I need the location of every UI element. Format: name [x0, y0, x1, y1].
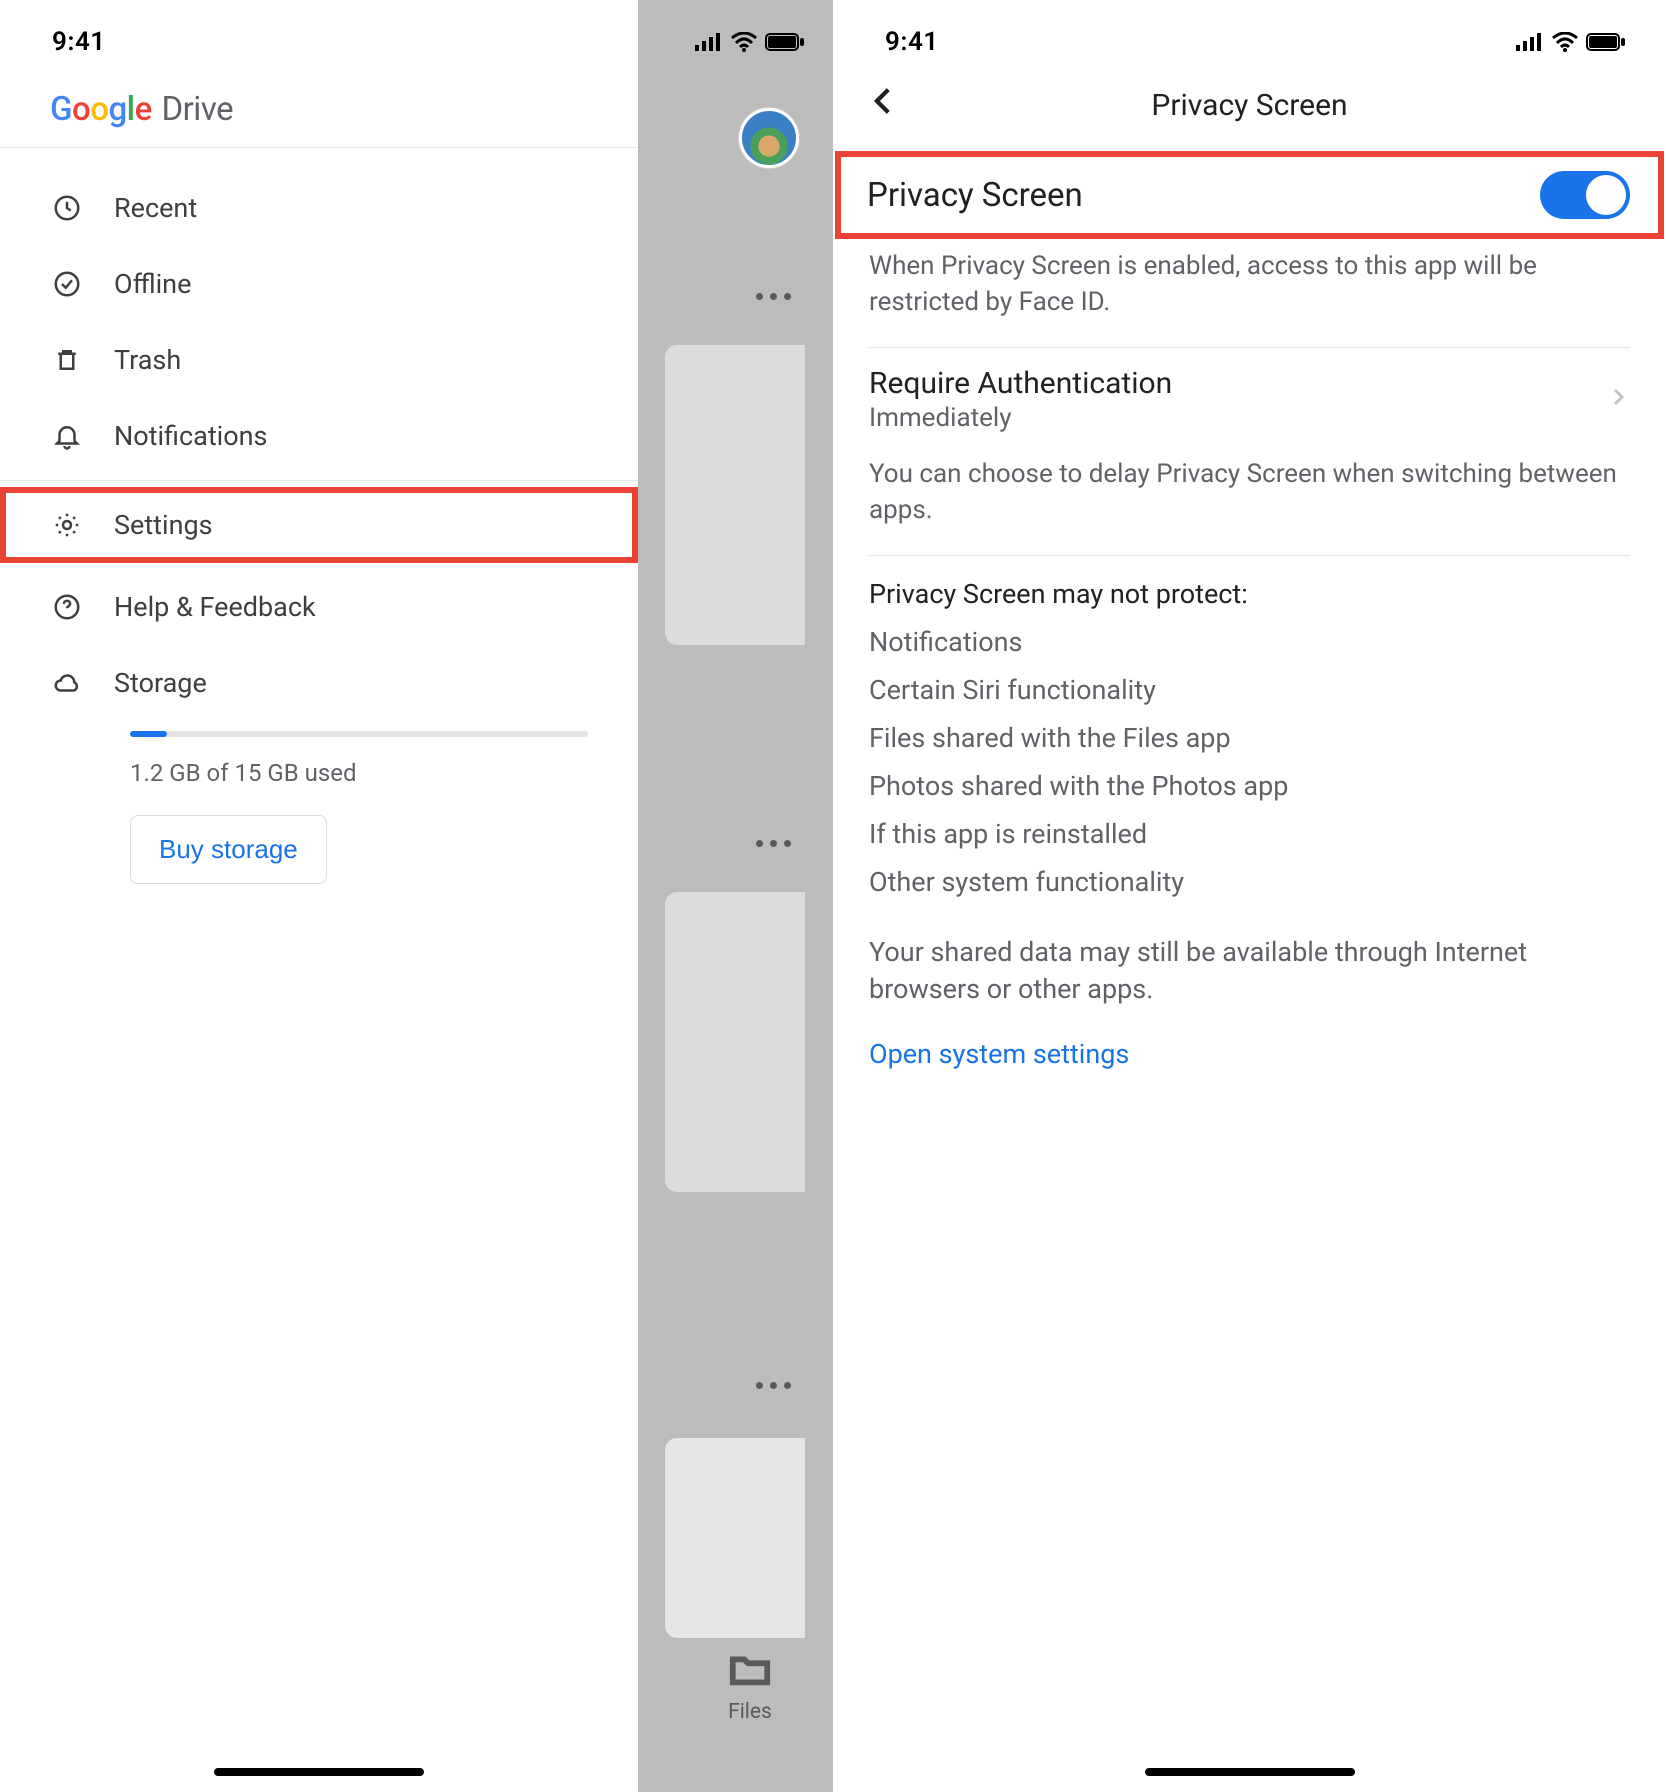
- page-header: Privacy Screen: [833, 70, 1666, 151]
- menu-help[interactable]: Help & Feedback: [0, 569, 638, 645]
- require-auth-row[interactable]: Require Authentication Immediately: [833, 348, 1666, 447]
- buy-storage-button[interactable]: Buy storage: [130, 815, 327, 884]
- auth-description: You can choose to delay Privacy Screen w…: [833, 447, 1666, 555]
- file-card[interactable]: [665, 345, 805, 645]
- list-item: Files shared with the Files app: [869, 714, 1630, 762]
- storage-bar-fill: [130, 731, 167, 737]
- divider: [0, 480, 638, 481]
- menu-storage[interactable]: Storage: [0, 645, 638, 721]
- home-indicator: [1145, 1768, 1355, 1776]
- privacy-screen-toggle-row[interactable]: Privacy Screen: [835, 151, 1664, 239]
- file-card[interactable]: [665, 892, 805, 1192]
- menu-notifications[interactable]: Notifications: [0, 398, 638, 474]
- trash-icon: [52, 345, 82, 375]
- list-item: Notifications: [869, 618, 1630, 666]
- status-bar: 9:41: [833, 0, 1666, 70]
- not-protect-label: Privacy Screen may not protect:: [833, 556, 1666, 618]
- files-tab[interactable]: Files: [727, 1646, 773, 1724]
- menu-list: Recent Offline Trash Notifications Setti…: [0, 148, 638, 884]
- toggle-label: Privacy Screen: [867, 176, 1083, 215]
- auth-value: Immediately: [869, 403, 1172, 433]
- clock-icon: [52, 193, 82, 223]
- more-icon[interactable]: [753, 840, 793, 847]
- chevron-right-icon: [1606, 385, 1630, 413]
- drawer-header: Google Drive: [0, 70, 638, 148]
- menu-recent[interactable]: Recent: [0, 170, 638, 246]
- menu-settings[interactable]: Settings: [0, 487, 638, 563]
- privacy-screen-toggle[interactable]: [1540, 171, 1630, 219]
- menu-label: Settings: [114, 509, 213, 541]
- files-tab-label: Files: [727, 1700, 773, 1724]
- avatar[interactable]: [739, 108, 799, 168]
- more-icon[interactable]: [753, 293, 793, 300]
- menu-label: Storage: [114, 667, 207, 699]
- page-title: Privacy Screen: [1151, 88, 1347, 123]
- not-protect-list: Notifications Certain Siri functionality…: [833, 618, 1666, 916]
- menu-label: Help & Feedback: [114, 591, 316, 623]
- toggle-knob: [1586, 175, 1626, 215]
- status-time: 9:41: [885, 27, 939, 57]
- google-drive-logo: Google Drive: [50, 90, 628, 129]
- menu-trash[interactable]: Trash: [0, 322, 638, 398]
- files-background: Files: [638, 0, 833, 1792]
- privacy-screen-page: 9:41 Privacy Screen Privacy Screen When …: [833, 0, 1666, 1792]
- home-indicator: [214, 1768, 424, 1776]
- bell-icon: [52, 421, 82, 451]
- drawer: 9:41 Google Drive Recent Offline Trash N…: [0, 0, 638, 1792]
- menu-offline[interactable]: Offline: [0, 246, 638, 322]
- menu-label: Notifications: [114, 420, 267, 452]
- open-system-settings-link[interactable]: Open system settings: [833, 1018, 1666, 1090]
- shared-data-note: Your shared data may still be available …: [833, 916, 1666, 1019]
- back-button[interactable]: [867, 84, 901, 122]
- help-icon: [52, 592, 82, 622]
- status-time: 9:41: [52, 27, 106, 57]
- menu-label: Offline: [114, 268, 191, 300]
- gear-icon: [52, 510, 82, 540]
- more-icon[interactable]: [753, 1382, 793, 1389]
- list-item: If this app is reinstalled: [869, 810, 1630, 858]
- menu-label: Recent: [114, 192, 197, 224]
- storage-usage-text: 1.2 GB of 15 GB used: [130, 759, 588, 787]
- wifi-icon: [731, 32, 757, 52]
- signal-icon: [1516, 33, 1544, 51]
- list-item: Photos shared with the Photos app: [869, 762, 1630, 810]
- list-item: Other system functionality: [869, 858, 1630, 906]
- list-item: Certain Siri functionality: [869, 666, 1630, 714]
- battery-icon: [1586, 33, 1626, 51]
- check-circle-icon: [52, 269, 82, 299]
- toggle-description: When Privacy Screen is enabled, access t…: [833, 239, 1666, 347]
- signal-icon: [695, 33, 723, 51]
- auth-title: Require Authentication: [869, 366, 1172, 401]
- wifi-icon: [1552, 32, 1578, 52]
- menu-label: Trash: [114, 344, 181, 376]
- battery-icon: [765, 33, 805, 51]
- storage-block: 1.2 GB of 15 GB used Buy storage: [0, 731, 638, 884]
- status-bar-right-frag: [638, 0, 833, 70]
- file-card[interactable]: [665, 1438, 805, 1638]
- status-bar: 9:41: [0, 0, 638, 70]
- cloud-icon: [52, 668, 82, 698]
- storage-bar: [130, 731, 588, 737]
